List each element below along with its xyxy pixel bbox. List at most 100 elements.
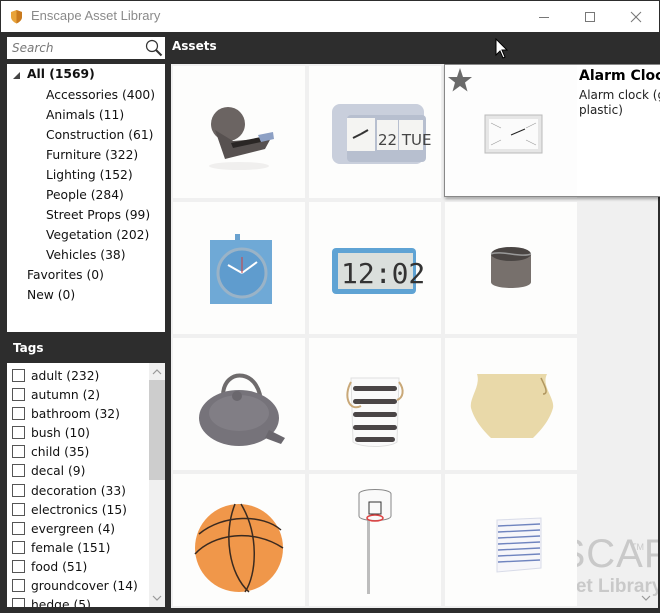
tags-list: adult (232) autumn (2) bathroom (32) bus… [7,363,165,607]
enscape-logo-icon [11,10,22,24]
asset-tooltip: Alarm Clock Alarm clock (gray plastic) [444,64,660,197]
digital-clock-display: 12:02 [341,257,425,290]
blue-clock-icon [210,234,272,304]
search-icon[interactable] [145,39,163,57]
tag-item[interactable]: decal (9) [12,461,85,480]
asset-tile-folded-towel[interactable] [445,474,577,606]
asset-library-window: Enscape Asset Library Assets All (1569) … [0,0,660,613]
asset-tile-basketball-hoop[interactable] [309,474,441,606]
category-all[interactable]: All (1569) [27,67,95,81]
tag-checkbox[interactable] [12,560,25,573]
tag-label: electronics (15) [31,502,127,517]
tag-item[interactable]: groundcover (14) [12,576,138,595]
minimize-icon [539,16,549,18]
close-icon [630,11,642,22]
tag-checkbox[interactable] [12,503,25,516]
tag-label: autumn (2) [31,387,101,402]
digital-clock-icon: 12:02 [332,248,425,294]
category-street-props[interactable]: Street Props (99) [46,208,150,222]
minimize-button[interactable] [521,1,567,32]
asset-tile-blue-clock[interactable] [173,202,305,334]
tag-item[interactable]: female (151) [12,538,110,557]
category-people[interactable]: People (284) [46,188,124,202]
asset-tile-woven-basket[interactable] [445,338,577,470]
category-vegetation[interactable]: Vegetation (202) [46,228,149,242]
tag-label: hedge (5) [31,597,91,608]
mouse-cursor-icon [495,38,509,59]
category-favorites[interactable]: Favorites (0) [27,268,104,282]
tag-item[interactable]: bathroom (32) [12,404,120,423]
category-furniture[interactable]: Furniture (322) [46,148,138,162]
tag-label: evergreen (4) [31,521,116,536]
tag-checkbox[interactable] [12,388,25,401]
expand-triangle-icon[interactable] [13,72,20,79]
tag-item[interactable]: hedge (5) [12,595,91,607]
maximize-icon [585,11,595,22]
asset-tile-metal-cup[interactable] [445,202,577,334]
tooltip-title: Alarm Clock [579,68,660,84]
title-bar: Enscape Asset Library [1,1,659,32]
tag-checkbox[interactable] [12,522,25,535]
tag-label: adult (232) [31,368,100,383]
category-vehicles[interactable]: Vehicles (38) [46,248,126,262]
assets-scroll-down-icon[interactable] [641,593,651,603]
tag-checkbox[interactable] [12,541,25,554]
scroll-up-icon[interactable] [152,367,162,377]
tag-checkbox[interactable] [12,484,25,497]
tag-label: decoration (33) [31,483,126,498]
basket-icon [346,377,404,447]
tag-checkbox[interactable] [12,598,25,607]
tags-scroll-thumb[interactable] [149,380,165,480]
tags-scrollbar[interactable] [149,363,165,607]
tag-checkbox[interactable] [12,579,25,592]
category-tree: All (1569) Accessories (400) Animals (11… [7,64,165,332]
tag-item[interactable]: electronics (15) [12,500,127,519]
scroll-down-icon[interactable] [152,593,162,603]
tag-item[interactable]: decoration (33) [12,481,126,500]
woven-basket-icon [470,374,554,438]
category-animals[interactable]: Animals (11) [46,108,124,122]
tag-label: child (35) [31,444,90,459]
tag-item[interactable]: evergreen (4) [12,519,115,538]
tag-item[interactable]: child (35) [12,442,89,461]
tag-checkbox[interactable] [12,445,25,458]
favorite-star-icon[interactable] [447,67,473,93]
category-construction[interactable]: Construction (61) [46,128,153,142]
flip-clock-display: 22 TUE [378,131,431,149]
basketball-icon [194,503,284,593]
tags-header: Tags [13,341,44,355]
tag-label: female (151) [31,540,111,555]
towel-icon [496,517,542,573]
tag-item[interactable]: adult (232) [12,366,99,385]
asset-tile-flip-clock[interactable]: 22 TUE [309,66,441,198]
tag-label: food (51) [31,559,88,574]
tag-label: bush (10) [31,425,90,440]
category-lighting[interactable]: Lighting (152) [46,168,133,182]
asset-tile-basketball[interactable] [173,474,305,606]
flip-clock-icon: 22 TUE [332,104,431,164]
asset-tile-digital-clock[interactable]: 12:02 [309,202,441,334]
tag-item[interactable]: bush (10) [12,423,90,442]
assets-header: Assets [172,39,217,53]
window-title: Enscape Asset Library [31,8,161,23]
tag-checkbox[interactable] [12,426,25,439]
category-accessories[interactable]: Accessories (400) [46,88,155,102]
tag-label: bathroom (32) [31,406,120,421]
cup-icon [490,247,532,288]
tag-item[interactable]: autumn (2) [12,385,100,404]
asset-tile-striped-basket[interactable] [309,338,441,470]
teapot-icon [199,373,285,446]
tape-dispenser-icon [209,107,274,170]
tag-checkbox[interactable] [12,464,25,477]
search-input[interactable] [7,37,143,59]
tag-checkbox[interactable] [12,369,25,382]
close-button[interactable] [613,1,659,32]
maximize-button[interactable] [567,1,613,32]
category-new[interactable]: New (0) [27,288,75,302]
asset-tile-teapot[interactable] [173,338,305,470]
asset-tile-tape-dispenser[interactable] [173,66,305,198]
tag-label: decal (9) [31,463,86,478]
hoop-icon [358,489,392,594]
tag-checkbox[interactable] [12,407,25,420]
tag-item[interactable]: food (51) [12,557,87,576]
